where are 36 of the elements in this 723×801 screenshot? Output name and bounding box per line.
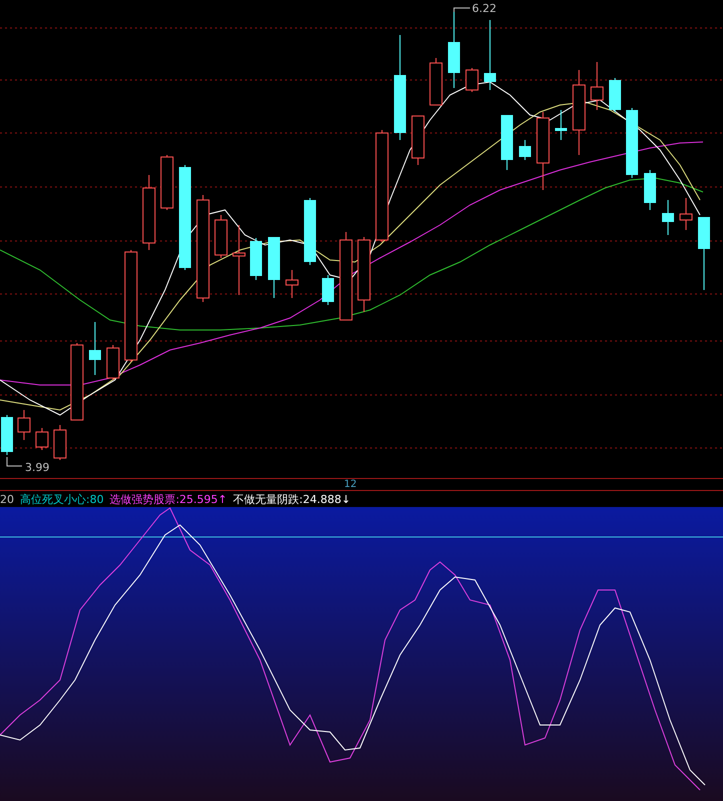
rising-candle <box>18 410 30 440</box>
falling-candle <box>662 200 674 236</box>
falling-candle <box>626 108 638 178</box>
falling-candle <box>250 238 262 280</box>
rising-candle <box>54 424 66 460</box>
falling-candle <box>304 198 316 266</box>
leader-line <box>454 8 470 12</box>
falling-candle <box>644 170 656 210</box>
rising-candle <box>232 224 246 296</box>
falling-candle <box>609 78 621 112</box>
rising-candle <box>680 198 692 230</box>
low-price-label: 3.99 <box>25 461 50 474</box>
high-price-label: 6.22 <box>472 2 496 15</box>
falling-candle <box>519 140 531 160</box>
rising-candle <box>286 270 298 298</box>
rising-candle <box>430 58 442 106</box>
rising-candle <box>36 428 48 450</box>
rising-candle <box>590 62 604 110</box>
rising-candle <box>106 344 120 380</box>
falling-candle <box>322 274 334 306</box>
rising-candle <box>466 68 478 92</box>
rising-candle <box>412 116 424 166</box>
indicator-legend-label: 选做强势股票:25.595↑ <box>110 492 228 506</box>
falling-candle <box>501 114 513 170</box>
rising-candle <box>160 154 174 210</box>
rising-candle <box>214 214 228 258</box>
falling-candle <box>1 414 13 456</box>
falling-candle <box>89 322 101 376</box>
falling-candle <box>268 236 280 298</box>
falling-candle <box>484 20 496 90</box>
indicator-legend-label: 不做无量阴跌:24.888↓ <box>233 492 351 506</box>
indicator-legend-label: 高位死叉小心:80 <box>20 492 104 506</box>
leader-line <box>6 456 22 466</box>
indicator-legend-label: 20 <box>0 492 14 506</box>
date-axis-label: 12 <box>344 479 357 490</box>
falling-candle <box>555 110 567 140</box>
